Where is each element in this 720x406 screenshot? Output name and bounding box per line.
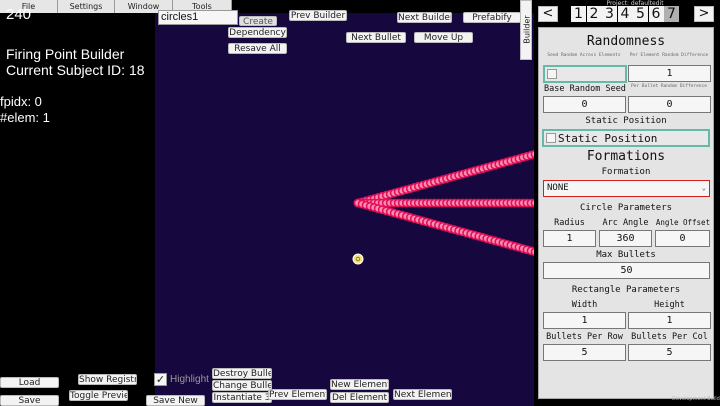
builder-tab[interactable]: Builder <box>520 0 532 60</box>
save-new-button[interactable]: Save New <box>146 395 205 406</box>
page-button-4[interactable]: 4 <box>617 6 633 22</box>
bullet <box>530 149 534 159</box>
bullet <box>530 247 534 257</box>
seed-random-hint: Seed Random Across Elements <box>547 53 621 58</box>
per-bullet-diff-field[interactable]: 0 <box>628 96 711 113</box>
next-builder-button[interactable]: Next Builder <box>397 12 452 23</box>
static-position-toggle[interactable]: Static Position <box>542 129 710 147</box>
next-page-button[interactable]: > <box>694 6 714 22</box>
bullets-per-col-label: Bullets Per Col <box>631 332 708 342</box>
radius-label: Radius <box>554 218 585 228</box>
width-label: Width <box>571 300 598 310</box>
base-seed-field[interactable]: 0 <box>543 96 626 113</box>
randomness-title: Randomness <box>586 34 666 49</box>
angle-offset-field[interactable]: 0 <box>655 230 710 247</box>
next-element-button[interactable]: Next Element <box>393 389 452 400</box>
arc-angle-field[interactable]: 360 <box>599 230 652 247</box>
highlight-label: Highlight <box>170 374 209 385</box>
menu-settings[interactable]: Settings <box>58 0 115 13</box>
highlight-checkbox[interactable]: ✓ <box>154 373 167 386</box>
page-button-3[interactable]: 3 <box>602 6 617 22</box>
subject-id: Current Subject ID: 18 <box>6 62 145 78</box>
page-button-1[interactable]: 1 <box>571 6 586 22</box>
per-element-diff-field[interactable]: 1 <box>628 65 711 82</box>
page-button-2[interactable]: 2 <box>586 6 602 22</box>
toggle-preview-button[interactable]: Toggle Preview <box>69 390 128 401</box>
rect-params-heading: Rectangle Parameters <box>571 285 681 295</box>
inspector-panel: Randomness Seed Random Across Elements P… <box>538 27 714 399</box>
arc-angle-label: Arc Angle <box>602 218 649 228</box>
move-up-button[interactable]: Move Up <box>414 32 473 43</box>
per-bullet-hint: Per Bullet Random Difference <box>631 84 707 89</box>
show-registry-button[interactable]: Show Registry <box>78 374 137 385</box>
builder-tab-label: Builder <box>522 15 532 44</box>
static-position-heading: Static Position <box>585 116 667 126</box>
formation-label: Formation <box>601 167 651 177</box>
destroy-bullets-button[interactable]: Destroy Bullets <box>212 368 272 379</box>
instantiate-button[interactable]: Instantiate 3 <box>212 392 272 403</box>
page-button-7[interactable]: 7 <box>664 6 679 22</box>
max-bullets-field[interactable]: 50 <box>543 262 710 279</box>
page-button-5[interactable]: 5 <box>633 6 648 22</box>
bullet <box>530 198 534 208</box>
width-field[interactable]: 1 <box>543 312 626 329</box>
formations-title: Formations <box>586 149 666 164</box>
angle-offset-label: Angle Offset <box>655 218 711 227</box>
formation-value: NONE <box>547 183 569 193</box>
save-button[interactable]: Save <box>0 395 59 406</box>
game-viewport[interactable] <box>155 13 534 406</box>
firing-point-marker[interactable] <box>352 253 364 265</box>
top-number: 240 <box>6 6 32 23</box>
next-bullet-button[interactable]: Next Bullet <box>346 32 406 43</box>
prev-page-button[interactable]: < <box>538 6 558 22</box>
create-button[interactable]: Create <box>239 16 277 26</box>
page-button-6[interactable]: 6 <box>648 6 664 22</box>
bullets-per-col-field[interactable]: 5 <box>628 344 711 361</box>
base-seed-label: Base Random Seed <box>544 84 626 94</box>
builder-title: Firing Point Builder <box>6 46 125 62</box>
radius-field[interactable]: 1 <box>543 230 596 247</box>
resave-all-button[interactable]: Resave All <box>228 43 287 54</box>
del-element-button[interactable]: Del Element <box>330 392 389 403</box>
seed-random-checkbox[interactable] <box>547 69 557 79</box>
builder-name-input[interactable]: circles1 <box>158 10 238 25</box>
bullet-field <box>352 149 534 265</box>
height-field[interactable]: 1 <box>628 312 711 329</box>
elem-count: #elem: 1 <box>0 110 50 125</box>
max-bullets-label: Max Bullets <box>596 250 656 260</box>
prefabify-button[interactable]: Prefabify <box>463 12 521 23</box>
dev-build-watermark: Development Build <box>672 396 720 402</box>
chevron-down-icon: ⌄ <box>701 184 706 192</box>
formation-dropdown[interactable]: NONE ⌄ <box>543 180 710 197</box>
height-label: Height <box>654 300 685 310</box>
dependency-button[interactable]: Dependency <box>228 27 287 38</box>
circle-params-heading: Circle Parameters <box>579 203 673 213</box>
bullets-per-row-label: Bullets Per Row <box>546 332 623 342</box>
change-bullet-button[interactable]: Change Bullet <box>212 380 272 391</box>
per-element-hint: Per Element Random Difference <box>629 53 709 58</box>
static-position-checkbox[interactable] <box>546 133 556 143</box>
seed-random-toggle[interactable] <box>543 65 627 83</box>
prev-builder-button[interactable]: Prev Builder <box>289 10 347 21</box>
prev-element-button[interactable]: Prev Element <box>268 389 327 400</box>
load-button[interactable]: Load <box>0 377 59 388</box>
bullets-per-row-field[interactable]: 5 <box>543 344 626 361</box>
static-position-label: Static Position <box>558 132 658 145</box>
fpidx-readout: fpidx: 0 <box>0 94 42 109</box>
new-element-button[interactable]: New Element <box>330 379 389 390</box>
